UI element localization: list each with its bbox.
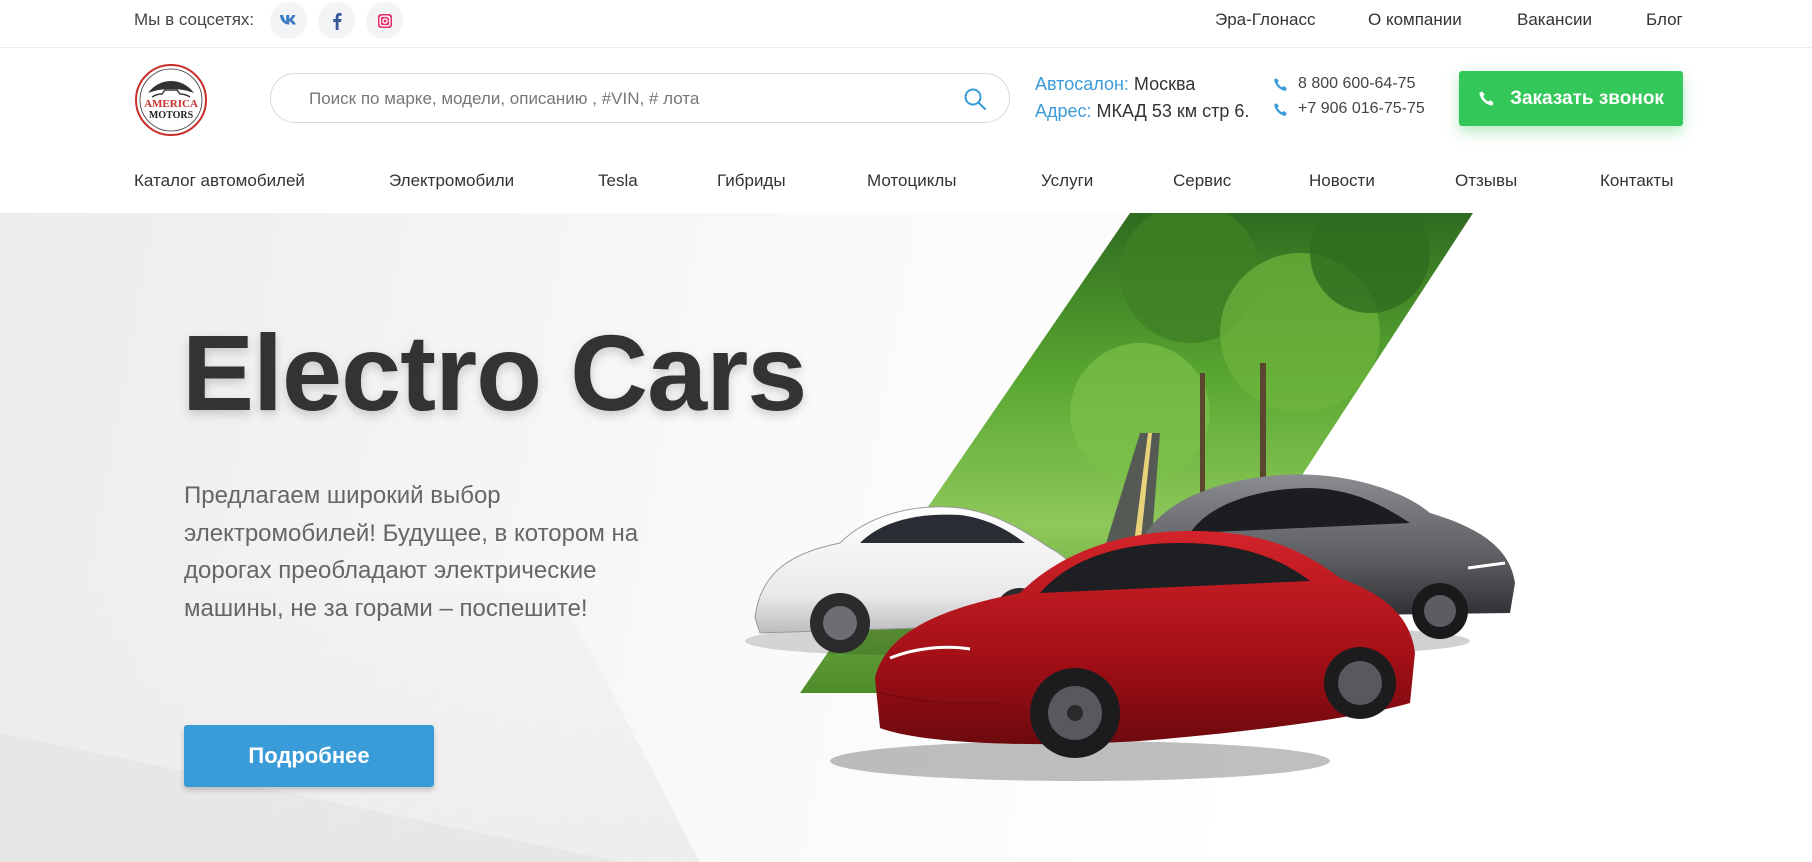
order-call-label: Заказать звонок (1510, 87, 1664, 109)
hero-banner: Electro Cars Предлагаем широкий выбор эл… (0, 213, 1812, 862)
order-call-button[interactable]: Заказать звонок (1459, 71, 1683, 126)
address-value: МКАД 53 км стр 6. (1096, 101, 1250, 121)
address-info: Адрес: МКАД 53 км стр 6. (1035, 99, 1249, 123)
nav-item-catalog[interactable]: Каталог автомобилей (134, 170, 305, 192)
main-nav: Каталог автомобилей Электромобили Tesla … (0, 148, 1812, 213)
top-link-blog[interactable]: Блог (1646, 9, 1683, 31)
header: AMERICA MOTORS Автосалон: Москва Адрес: … (0, 48, 1812, 148)
hero-description: Предлагаем широкий выбор электромобилей!… (184, 482, 639, 622)
search-input[interactable] (309, 86, 929, 112)
showroom-info: Автосалон: Москва (1035, 72, 1195, 96)
nav-item-contacts[interactable]: Контакты (1600, 170, 1673, 192)
nav-item-hybrids[interactable]: Гибриды (717, 170, 786, 192)
top-link-era-glonass[interactable]: Эра-Глонасс (1215, 9, 1315, 31)
social-label: Мы в соцсетях: (134, 10, 255, 29)
facebook-icon (332, 12, 342, 30)
top-link-vacancies[interactable]: Вакансии (1517, 9, 1592, 31)
showroom-value: Москва (1133, 74, 1196, 94)
nav-item-tesla[interactable]: Tesla (598, 170, 638, 192)
logo-text-bottom: MOTORS (149, 110, 194, 121)
search-icon[interactable] (963, 87, 987, 111)
nav-item-news[interactable]: Новости (1309, 170, 1375, 192)
nav-item-service[interactable]: Сервис (1173, 170, 1231, 192)
logo[interactable]: AMERICA MOTORS (134, 63, 208, 137)
phone-icon (1479, 90, 1494, 106)
nav-item-motorcycles[interactable]: Мотоциклы (867, 170, 956, 192)
phone-icon (1274, 103, 1287, 116)
phone-icon (1274, 78, 1287, 91)
instagram-link[interactable] (366, 2, 403, 39)
showroom-key: Автосалон: (1035, 74, 1129, 94)
phone-1[interactable]: 8 800 600-64-75 (1298, 74, 1415, 94)
instagram-icon (377, 13, 392, 28)
vk-link[interactable] (270, 2, 307, 39)
logo-text-top: AMERICA (144, 98, 198, 110)
hero-title: Electro Cars (182, 312, 807, 433)
more-button[interactable]: Подробнее (184, 725, 434, 787)
top-bar: Мы в соцсетях: Эра-Глонасс О компании Ва… (0, 0, 1812, 48)
hero-image (745, 213, 1515, 781)
nav-item-electromobiles[interactable]: Электромобили (389, 170, 514, 192)
address-key: Адрес: (1035, 101, 1092, 121)
nav-item-reviews[interactable]: Отзывы (1455, 170, 1517, 192)
facebook-link[interactable] (318, 2, 355, 39)
search-box (270, 73, 1010, 123)
vk-icon (279, 14, 296, 24)
top-link-about[interactable]: О компании (1368, 9, 1462, 31)
phone-2[interactable]: +7 906 016-75-75 (1298, 99, 1425, 119)
nav-item-services[interactable]: Услуги (1041, 170, 1093, 192)
